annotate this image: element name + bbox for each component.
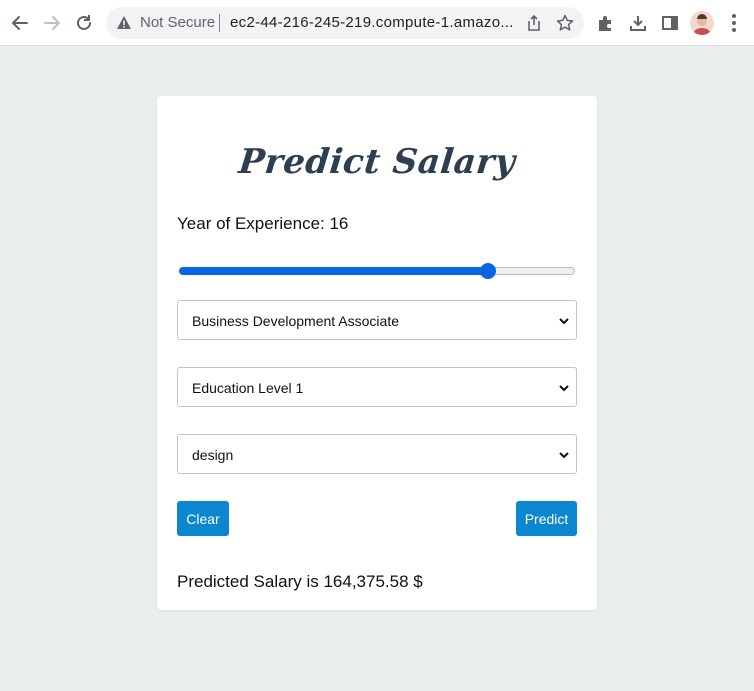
security-status-label[interactable]: Not Secure <box>140 15 215 31</box>
url-text[interactable]: ec2-44-216-245-219.compute-1.amazo... <box>230 15 514 31</box>
chevron-down-icon[interactable] <box>558 382 570 394</box>
field-selected: design <box>192 447 234 463</box>
slider-fill <box>179 267 488 275</box>
chevron-down-icon[interactable] <box>558 315 570 327</box>
clear-button[interactable]: Clear <box>177 501 229 536</box>
more-menu-icon[interactable] <box>731 13 737 33</box>
experience-slider[interactable] <box>179 263 575 279</box>
omnibox-divider <box>219 14 220 32</box>
share-icon[interactable] <box>526 15 542 31</box>
reload-icon[interactable] <box>72 11 96 35</box>
download-icon[interactable] <box>627 12 649 34</box>
education-selected: Education Level 1 <box>192 380 304 396</box>
predict-salary-card: Predict Salary Year of Experience: 16 Bu… <box>157 96 597 610</box>
slider-thumb[interactable] <box>480 263 496 279</box>
job-title-select[interactable]: Business Development Associate <box>177 300 577 340</box>
education-select[interactable]: Education Level 1 <box>177 367 577 407</box>
chevron-down-icon[interactable] <box>558 449 570 461</box>
profile-avatar[interactable] <box>690 11 714 35</box>
address-bar[interactable]: Not Secure ec2-44-216-245-219.compute-1.… <box>106 7 584 39</box>
job-title-selected: Business Development Associate <box>192 313 399 329</box>
prediction-result: Predicted Salary is 164,375.58 $ <box>177 572 423 591</box>
forward-icon[interactable] <box>40 11 64 35</box>
experience-value: 16 <box>329 214 349 233</box>
experience-label: Year of Experience: 16 <box>177 214 348 234</box>
bookmark-star-icon[interactable] <box>556 14 574 32</box>
extensions-icon[interactable] <box>594 12 616 34</box>
page-title: Predict Salary <box>236 142 518 182</box>
back-icon[interactable] <box>8 11 32 35</box>
side-panel-icon[interactable] <box>659 12 681 34</box>
field-select[interactable]: design <box>177 434 577 474</box>
predict-button[interactable]: Predict <box>516 501 577 536</box>
browser-toolbar: Not Secure ec2-44-216-245-219.compute-1.… <box>0 0 754 46</box>
experience-label-prefix: Year of Experience: <box>177 214 330 233</box>
warning-icon[interactable] <box>116 15 132 31</box>
